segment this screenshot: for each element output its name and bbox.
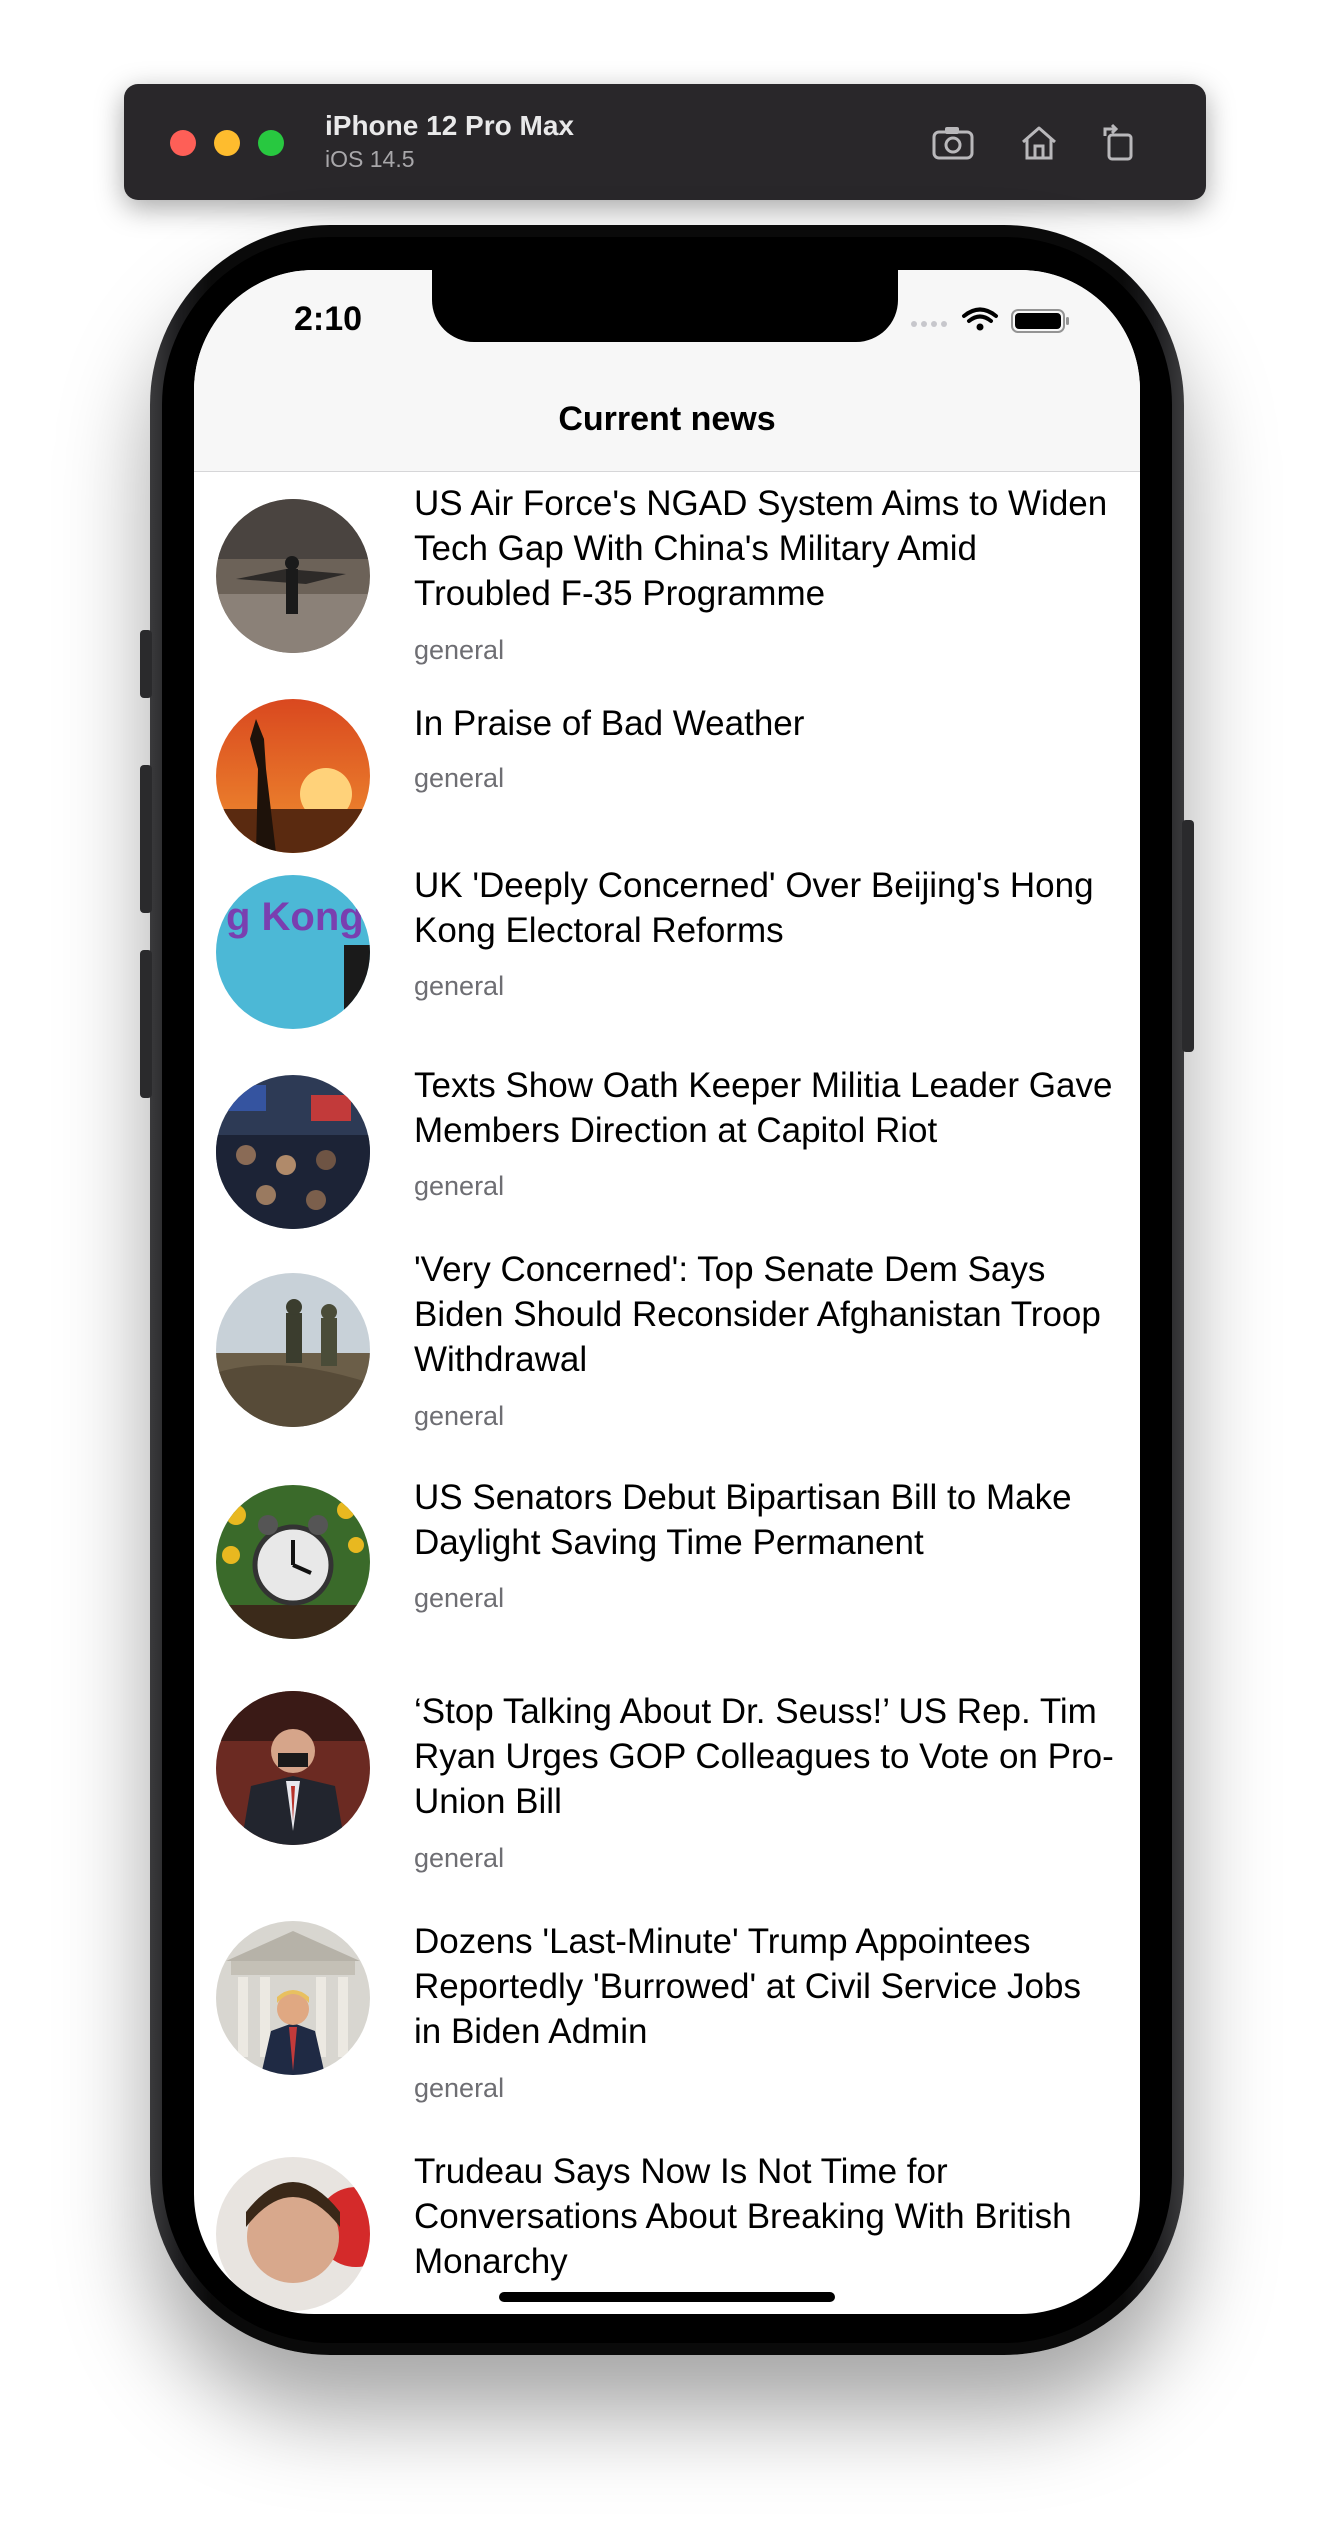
list-item[interactable]: Texts Show Oath Keeper Militia Leader Ga…	[194, 1053, 1140, 1243]
page-title: Current news	[558, 400, 776, 438]
home-indicator[interactable]	[499, 2292, 835, 2302]
close-window-button[interactable]	[170, 130, 196, 156]
article-thumbnail: g Kong	[216, 875, 370, 1029]
power-button	[1182, 820, 1194, 1052]
article-thumbnail	[216, 2157, 370, 2311]
os-version: iOS 14.5	[325, 146, 415, 172]
app-screen: Current news 2:10 US Air Force's NGAD Sy…	[194, 270, 1140, 2314]
list-item[interactable]: ‘Stop Talking About Dr. Seuss!’ US Rep. …	[194, 1691, 1140, 1925]
article-headline: Texts Show Oath Keeper Militia Leader Ga…	[414, 1066, 1113, 1150]
article-headline: 'Very Concerned': Top Senate Dem Says Bi…	[414, 1250, 1101, 1379]
list-item[interactable]: US Senators Debut Bipartisan Bill to Mak…	[194, 1478, 1140, 1695]
screenshot-icon[interactable]	[930, 120, 976, 166]
list-item[interactable]: 'Very Concerned': Top Senate Dem Says Bi…	[194, 1243, 1140, 1481]
list-item[interactable]: US Air Force's NGAD System Aims to Widen…	[194, 473, 1140, 677]
mute-switch	[140, 630, 152, 698]
volume-down-button	[140, 950, 152, 1098]
device-name: iPhone 12 Pro Max	[325, 110, 574, 141]
article-thumbnail	[216, 1691, 370, 1845]
article-category: general	[414, 1401, 505, 1431]
list-item[interactable]: In Praise of Bad Weather general	[194, 677, 1140, 855]
article-thumbnail	[216, 1075, 370, 1229]
status-time: 2:10	[294, 300, 363, 338]
svg-text:g Kong: g Kong	[226, 895, 364, 939]
home-icon[interactable]	[1016, 120, 1062, 166]
status-icons	[908, 304, 1078, 334]
article-headline: Dozens 'Last-Minute' Trump Appointees Re…	[414, 1922, 1081, 2051]
article-category: general	[414, 2073, 505, 2103]
article-thumbnail	[216, 1273, 370, 1427]
article-headline: US Senators Debut Bipartisan Bill to Mak…	[414, 1478, 1072, 1562]
notch	[432, 270, 898, 342]
article-headline: US Air Force's NGAD System Aims to Widen…	[414, 484, 1108, 613]
signal-icon	[911, 321, 947, 327]
article-category: general	[414, 635, 505, 665]
article-thumbnail	[216, 499, 370, 653]
list-item[interactable]: Dozens 'Last-Minute' Trump Appointees Re…	[194, 1921, 1140, 2155]
list-item[interactable]: Trudeau Says Now Is Not Time for Convers…	[194, 2152, 1140, 2314]
wifi-icon	[962, 307, 998, 323]
article-headline: UK 'Deeply Concerned' Over Beijing's Hon…	[414, 866, 1094, 950]
rotate-icon[interactable]	[1096, 120, 1142, 166]
article-thumbnail	[216, 699, 370, 853]
article-category: general	[414, 1583, 505, 1613]
battery-icon	[1011, 309, 1069, 333]
article-category: general	[414, 1171, 505, 1201]
article-thumbnail	[216, 1921, 370, 2075]
article-category: general	[414, 1843, 505, 1873]
article-category: general	[414, 763, 505, 793]
article-thumbnail	[216, 1485, 370, 1639]
article-headline: In Praise of Bad Weather	[414, 704, 805, 743]
zoom-window-button[interactable]	[258, 130, 284, 156]
list-item[interactable]: g Kong UK 'Deeply Concerned' Over Beijin…	[194, 855, 1140, 1053]
article-category: general	[414, 971, 505, 1001]
minimize-window-button[interactable]	[214, 130, 240, 156]
volume-up-button	[140, 765, 152, 913]
article-headline: Trudeau Says Now Is Not Time for Convers…	[414, 2152, 1072, 2281]
article-headline: ‘Stop Talking About Dr. Seuss!’ US Rep. …	[414, 1692, 1114, 1821]
